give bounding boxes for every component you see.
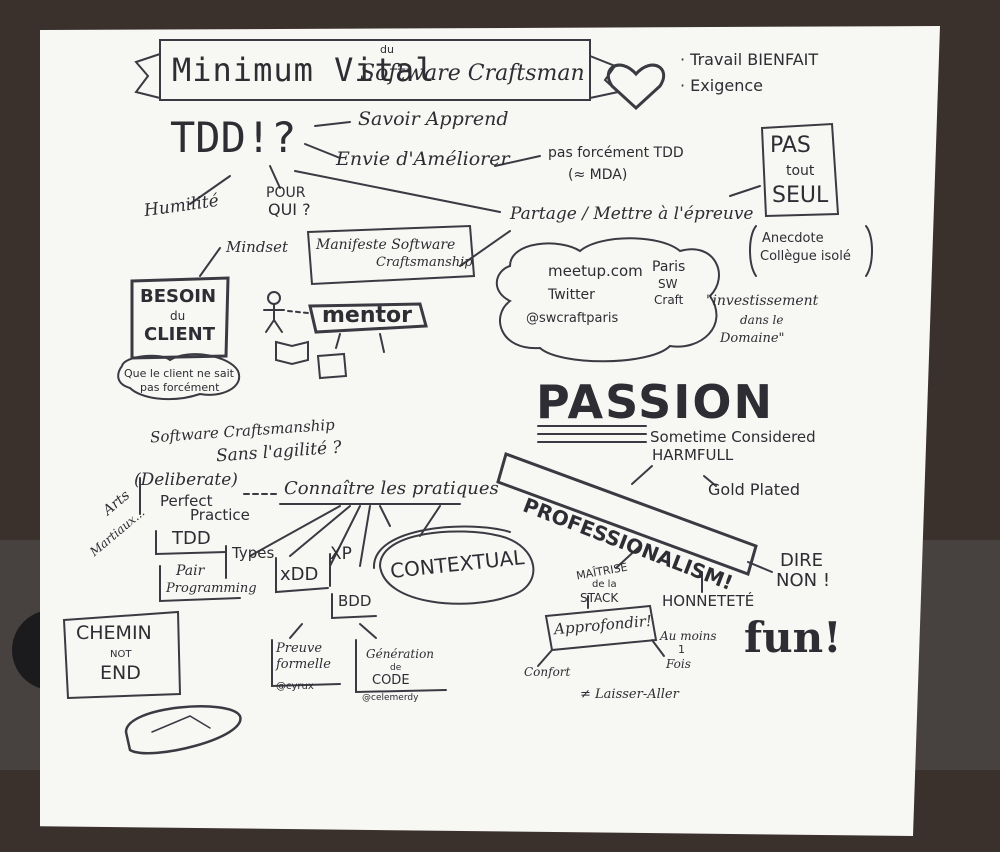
pair-label: Pair [176,563,205,579]
title-du: du [380,43,394,56]
xdd-label: xDD [280,564,319,585]
non-label: NON ! [776,570,831,591]
chemin-label: CHEMIN [76,622,152,644]
connector-tdd-savoir [314,121,351,127]
au-moins-one: 1 [678,643,685,656]
generation-label: Génération [366,647,435,661]
whiteboard-sheet: Minimum Vital du Software Craftsman · Tr… [40,26,940,836]
xp-label: XP [330,544,352,564]
mda-note: (≈ MDA) [568,167,628,183]
connector-tdd-partage [294,170,501,213]
manifeste-line1: Manifeste Software [316,237,456,253]
qui-label: QUI ? [268,200,311,219]
book-doodle [275,340,309,366]
mentor-label: mentor [322,303,412,328]
heart-item-travail: · Travail BIENFAIT [680,50,819,69]
types-label: Types [232,544,275,562]
du-label: du [170,309,186,323]
investissement-line2: dans le [740,313,784,327]
tdd-small: TDD [172,528,211,549]
sw-label: SW [658,277,678,291]
connector-mindset [199,247,221,277]
anecdote-label: Anecdote [762,231,824,246]
stick-figure-head [267,291,281,305]
arrow-to-professionalism [631,465,653,485]
sometime-considered: Sometime Considered [650,428,816,446]
pour-label: POUR [266,185,306,201]
mindset: Mindset [226,238,289,256]
not-label: NOT [110,649,132,660]
au-moins-label: Au moins [660,629,717,643]
confort-label: Confort [524,665,571,679]
harmfull: HARMFULL [652,446,734,464]
pas-label: PAS [770,133,811,158]
investissement-line1: "investissement [706,293,819,309]
connector-partage-seul [729,185,761,197]
dire-label: DIRE [780,550,824,571]
compass-doodle [124,705,242,755]
fun-label: fun! [744,613,842,662]
paris-label: Paris [652,259,686,275]
fois-label: Fois [666,657,691,671]
manifeste-line2: Craftsmanship [376,255,473,270]
heart-shape [606,63,666,111]
collegue-isole: Collègue isolé [760,249,851,264]
gold-plated: Gold Plated [708,480,801,499]
formelle-label: formelle [276,657,331,672]
passion-heading: PASSION [536,375,775,429]
connaitre-pratiques: Connaître les pratiques [284,478,499,499]
deliberate-label: (Deliberate) [134,470,238,490]
twitter-label: Twitter [548,287,595,303]
client-sait-line1: Que le client ne sait [124,367,234,380]
board-doodle [316,352,348,380]
celement-handle: @celemerdy [362,693,419,703]
tdd-heading: TDD!? [170,113,297,162]
seul-label: SEUL [772,183,829,208]
ribbon-right-tail [589,55,621,99]
practice-word: Practice [190,506,250,524]
code-label: CODE [372,673,410,688]
craft-label: Craft [654,293,684,307]
ribbon-left-tail [134,53,161,99]
bdd-label: BDD [338,592,372,610]
stack-label: STACK [580,591,619,605]
end-label: END [100,662,141,684]
tout-label: tout [786,163,815,179]
anecdote-bracket-right [865,225,873,277]
partage-mettre: Partage / Mettre à l'épreuve [510,204,754,224]
honnetete: HONNETETÉ [662,592,755,610]
swcraft-handle: @swcraftparis [526,311,619,326]
client-label: CLIENT [144,324,216,345]
client-sait-line2: pas forcément [140,381,220,394]
laisser-aller: ≠ Laisser-Aller [580,687,679,702]
meetup-link: meetup.com [548,262,643,280]
besoin-label: BESOIN [140,286,217,307]
anecdote-bracket-left [749,225,757,277]
pas-forcement-tdd: pas forcément TDD [548,145,684,161]
de-la-label: de la [592,579,617,590]
savoir-apprendre: Savoir Apprend [358,108,509,130]
investissement-line3: Domaine" [720,331,785,346]
connector-tdd-envie [304,143,341,159]
programming-label: Programming [166,581,257,596]
cyrux-handle: @cyrux [276,681,314,692]
heart-item-exigence: · Exigence [680,76,763,95]
meetup-cloud [495,237,720,363]
title-sub: Software Craftsman [360,61,585,86]
preuve-label: Preuve [276,641,323,656]
envie-ameliorer: Envie d'Améliorer [336,148,510,170]
